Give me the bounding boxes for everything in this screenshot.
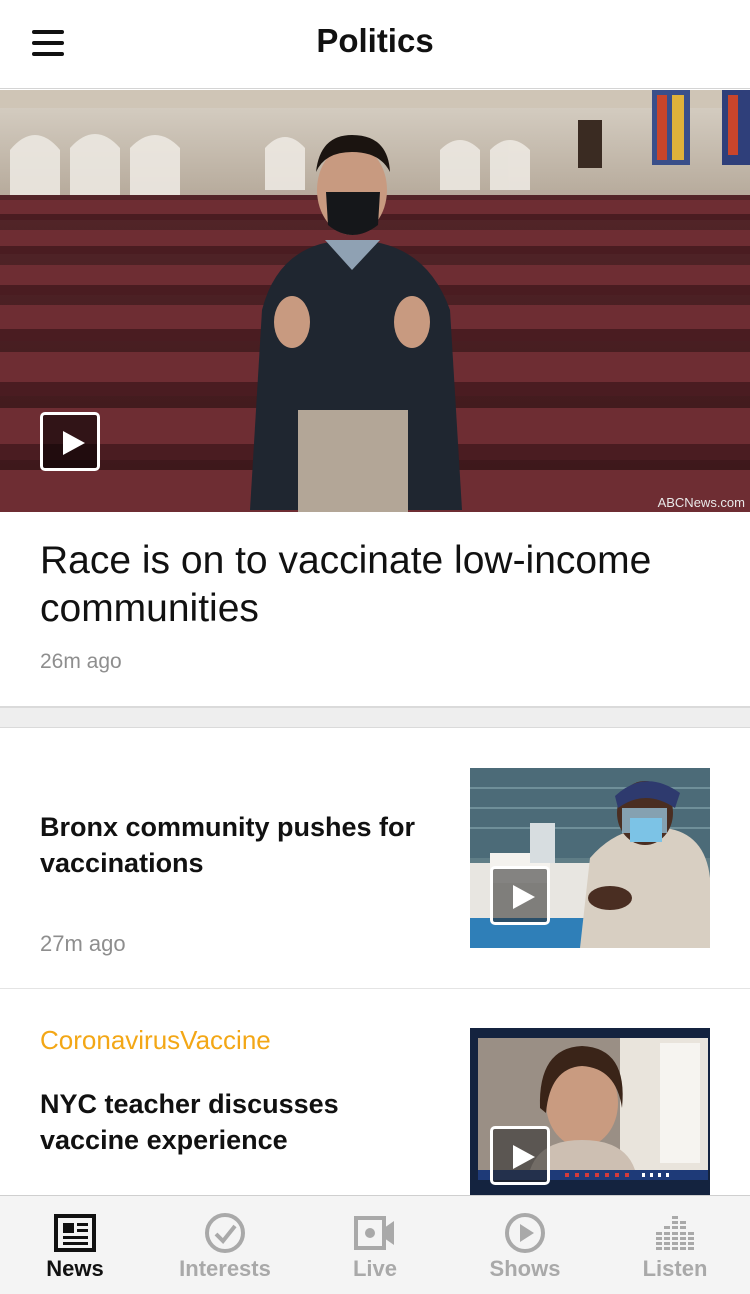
tab-label: Listen <box>642 1256 708 1281</box>
top-bar: Politics <box>0 0 750 89</box>
story-play-icon[interactable] <box>490 1126 550 1185</box>
equalizer-icon <box>656 1216 694 1250</box>
tab-shows[interactable]: Shows <box>450 1196 600 1294</box>
checkmark-circle-icon <box>205 1213 245 1253</box>
hero-headline[interactable]: Race is on to vaccinate low-income commu… <box>40 537 710 633</box>
newspaper-icon <box>54 1214 96 1252</box>
story-thumbnail[interactable] <box>470 1028 710 1195</box>
story-item[interactable]: CoronavirusVaccine NYC teacher discusses… <box>0 989 750 1195</box>
tab-label: News <box>46 1256 104 1281</box>
image-credit: ABCNews.com <box>657 495 745 510</box>
hero-video-thumbnail[interactable]: ABCNews.com <box>0 90 750 512</box>
tab-news[interactable]: News <box>0 1196 150 1294</box>
tab-interests[interactable]: Interests <box>150 1196 300 1294</box>
hero-timestamp: 26m ago <box>40 650 122 673</box>
tab-listen[interactable]: Listen <box>600 1196 750 1294</box>
tab-label: Interests <box>179 1256 271 1281</box>
story-thumbnail[interactable] <box>470 768 710 948</box>
story-item[interactable]: Bronx community pushes for vaccinations … <box>0 729 750 988</box>
bottom-tab-bar: News Interests Live Shows Listen <box>0 1195 750 1294</box>
hero-image <box>0 90 750 512</box>
play-circle-icon <box>505 1213 545 1253</box>
story-title[interactable]: Bronx community pushes for vaccinations <box>40 809 440 881</box>
story-play-icon[interactable] <box>490 866 550 925</box>
page-title: Politics <box>316 22 434 59</box>
story-timestamp: 27m ago <box>40 931 126 956</box>
hero-play-icon[interactable] <box>40 412 100 471</box>
tab-live[interactable]: Live <box>300 1196 450 1294</box>
tab-label: Live <box>352 1256 398 1281</box>
story-title[interactable]: NYC teacher discusses vaccine experience <box>40 1086 440 1158</box>
tab-label: Shows <box>489 1256 561 1281</box>
video-camera-icon <box>354 1216 394 1250</box>
story-tag[interactable]: CoronavirusVaccine <box>40 1025 271 1056</box>
section-divider <box>0 706 750 728</box>
